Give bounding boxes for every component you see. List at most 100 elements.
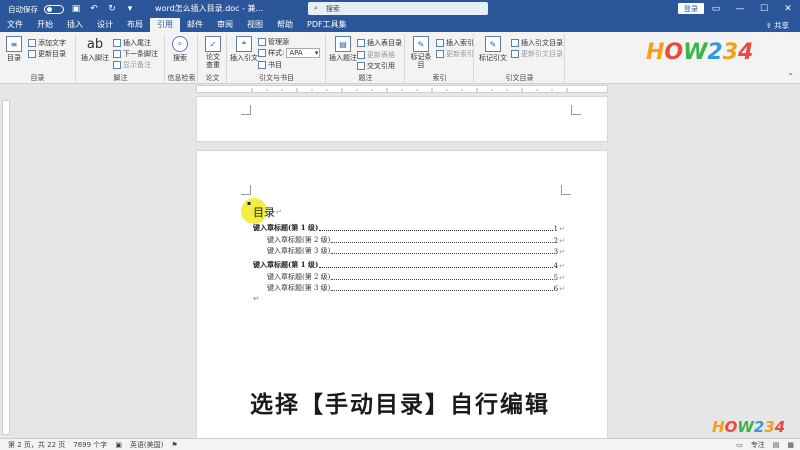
- style-label: 样式:: [268, 49, 285, 57]
- insert-footnote-button[interactable]: ab 插入脚注: [81, 36, 109, 63]
- accessibility-icon[interactable]: ⚑: [171, 441, 177, 449]
- horizontal-ruler[interactable]: [196, 85, 608, 93]
- word-count[interactable]: 7699 个字: [73, 440, 107, 450]
- ribbon-options-icon[interactable]: ▭: [704, 0, 728, 18]
- share-label: 共享: [774, 20, 789, 30]
- ribbon-group-captions: ▤ 插入题注 插入表目录 更新表格 交叉引用 题注: [327, 34, 405, 84]
- toc-entry[interactable]: 键入章标题(第 2 级) 5 ↵: [267, 271, 565, 282]
- logo-letter: 3: [764, 418, 775, 436]
- ribbon-group-thesis: ✓ 论文查重 论文: [199, 34, 227, 84]
- search-button[interactable]: ⌕ 搜索: [172, 36, 188, 63]
- search-input[interactable]: ⌕ 搜索: [308, 2, 488, 15]
- autosave-toggle[interactable]: [44, 4, 64, 14]
- paragraph-mark: ↵: [559, 274, 565, 282]
- watermark-logo: HOW234: [646, 40, 753, 65]
- print-layout-icon[interactable]: ▦: [787, 441, 794, 449]
- citation-style-control[interactable]: 样式: APA ▾: [258, 48, 321, 58]
- group-label-footnotes: 脚注: [113, 74, 128, 82]
- tab-insert[interactable]: 插入: [60, 18, 90, 32]
- watermark-logo-small: HOW234: [712, 418, 785, 436]
- share-button[interactable]: ⇪ 共享: [761, 19, 794, 31]
- toc-heading[interactable]: ▪ 目录 ↵: [247, 200, 282, 220]
- insert-table-of-figures-button[interactable]: 插入表目录: [357, 38, 402, 48]
- customize-toolbar-icon[interactable]: ▾: [124, 3, 136, 15]
- show-notes-button[interactable]: 显示备注: [113, 60, 151, 70]
- add-text-label: 添加文字: [38, 39, 66, 47]
- next-footnote-label: 下一条脚注: [123, 50, 158, 58]
- page-count[interactable]: 第 2 页，共 22 页: [8, 440, 65, 450]
- ruler-row: [0, 84, 800, 94]
- tab-help[interactable]: 帮助: [270, 18, 300, 32]
- close-icon[interactable]: ✕: [776, 0, 800, 18]
- tab-view[interactable]: 视图: [240, 18, 270, 32]
- tab-design[interactable]: 设计: [90, 18, 120, 32]
- toc-entry-page: 3: [553, 248, 559, 256]
- minimize-icon[interactable]: —: [728, 0, 752, 18]
- style-select[interactable]: APA ▾: [286, 48, 321, 58]
- manage-sources-icon: [258, 38, 266, 46]
- insert-endnote-button[interactable]: 插入尾注: [113, 38, 151, 48]
- tab-references[interactable]: 引用: [150, 18, 180, 32]
- tab-pdf-tools[interactable]: PDF工具集: [300, 18, 354, 32]
- toc-entry-page: 6: [553, 285, 559, 293]
- tab-review[interactable]: 审阅: [210, 18, 240, 32]
- tab-layout[interactable]: 布局: [120, 18, 150, 32]
- focus-icon: ▭: [736, 441, 743, 449]
- toc-entry-page: 1: [553, 225, 559, 233]
- toc-entry[interactable]: 键入章标题(第 3 级) 3 ↵: [267, 245, 565, 256]
- focus-mode-button[interactable]: 专注: [751, 440, 765, 450]
- toc-heading-text: 目录: [253, 206, 275, 219]
- next-footnote-button[interactable]: 下一条脚注: [113, 49, 158, 59]
- undo-icon[interactable]: ↶: [88, 3, 100, 15]
- tab-mailings[interactable]: 邮件: [180, 18, 210, 32]
- mark-citation-icon: ✎: [485, 36, 501, 52]
- toc-button[interactable]: ≡ 目录: [6, 36, 22, 63]
- ribbon-group-footnotes: ab 插入脚注 插入尾注 下一条脚注 显示备注 脚注: [77, 34, 165, 84]
- insert-toa-button[interactable]: 插入引文目录: [511, 38, 563, 48]
- cross-reference-button[interactable]: 交叉引用: [357, 61, 395, 71]
- add-text-button[interactable]: 添加文字: [28, 38, 66, 48]
- manage-sources-button[interactable]: 管理源: [258, 37, 289, 47]
- show-notes-label: 显示备注: [123, 61, 151, 69]
- mark-citation-button[interactable]: ✎ 标记引文: [479, 36, 507, 63]
- title-bar: 自动保存 ▣ ↶ ↻ ▾ word怎么插入目录.doc - 兼... ⌕ 搜索 …: [0, 0, 800, 18]
- toc-entry[interactable]: 键入章标题(第 1 级) 4 ↵: [253, 259, 565, 270]
- toc-entry-page: 2: [553, 237, 559, 245]
- logo-letter: 2: [707, 40, 723, 65]
- insert-citation-button[interactable]: ❝ 插入引文: [230, 36, 258, 63]
- endnote-icon: [113, 39, 121, 47]
- update-table-button[interactable]: 更新表格: [357, 50, 395, 60]
- redo-icon[interactable]: ↻: [106, 3, 118, 15]
- language-indicator[interactable]: 英语(美国): [130, 440, 163, 450]
- paragraph-mark: ↵: [559, 262, 565, 270]
- toc-entry[interactable]: 键入章标题(第 3 级) 6 ↵: [267, 282, 565, 293]
- tab-home[interactable]: 开始: [30, 18, 60, 32]
- bibliography-button[interactable]: 书目: [258, 60, 282, 70]
- proofing-icon[interactable]: ▣: [115, 441, 122, 449]
- update-toa-label: 更新引文目录: [521, 50, 563, 58]
- mark-entry-button[interactable]: ✎ 标记条目: [410, 36, 432, 69]
- collapse-ribbon-icon[interactable]: ⌃: [787, 72, 794, 81]
- search-button-label: 搜索: [173, 54, 187, 62]
- insert-caption-button[interactable]: ▤ 插入题注: [329, 36, 357, 63]
- maximize-icon[interactable]: ☐: [752, 0, 776, 18]
- update-toa-button[interactable]: 更新引文目录: [511, 49, 563, 59]
- toc-icon: ≡: [6, 36, 22, 52]
- toc-entry[interactable]: 键入章标题(第 2 级) 2 ↵: [267, 234, 565, 245]
- bibliography-icon: [258, 61, 266, 69]
- table-of-figures-icon: [357, 39, 365, 47]
- bibliography-label: 书目: [268, 61, 282, 69]
- update-index-button[interactable]: 更新索引: [436, 49, 474, 59]
- login-button[interactable]: 登录: [678, 3, 704, 14]
- tab-file[interactable]: 文件: [0, 18, 30, 32]
- insert-caption-label: 插入题注: [329, 54, 357, 62]
- logo-letter: H: [712, 418, 725, 436]
- read-mode-icon[interactable]: ▤: [773, 441, 780, 449]
- toc-entry-text: 键入章标题(第 3 级): [267, 247, 331, 255]
- insert-index-button[interactable]: 插入索引: [436, 38, 474, 48]
- toc-entry[interactable]: 键入章标题(第 1 级) 1 ↵: [253, 222, 565, 233]
- thesis-check-button[interactable]: ✓ 论文查重: [203, 36, 223, 69]
- save-icon[interactable]: ▣: [70, 3, 82, 15]
- footnote-ab-icon: ab: [86, 37, 104, 52]
- update-toc-button[interactable]: 更新目录: [28, 49, 66, 59]
